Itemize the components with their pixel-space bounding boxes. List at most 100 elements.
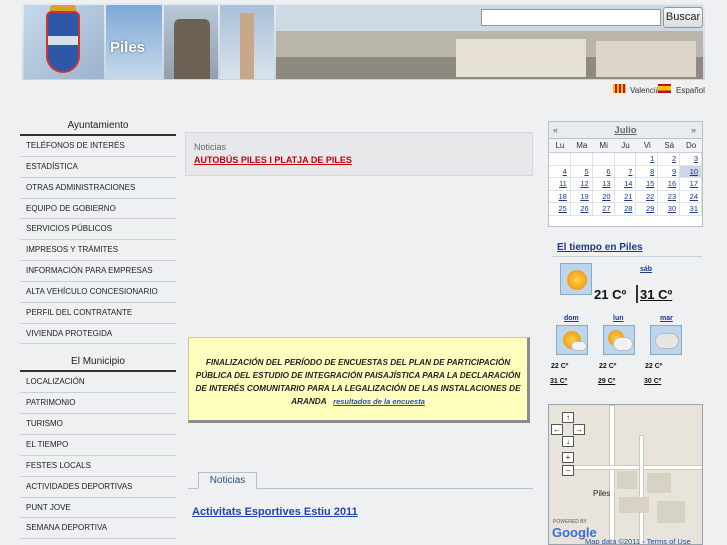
calendar-weekday: Vi	[636, 139, 659, 153]
calendar-day[interactable]: 30	[658, 203, 681, 216]
sidebar-item[interactable]: Localización	[20, 372, 176, 394]
survey-results-link[interactable]: resultados de la encuesta	[333, 397, 425, 406]
sidebar-item[interactable]: Servicios públicos	[20, 219, 176, 241]
calendar-day[interactable]: 12	[570, 178, 593, 191]
sidebar-item[interactable]: Vivienda protegida	[20, 324, 176, 345]
weather-today-day[interactable]: sáb	[640, 266, 652, 273]
map-pan-left-button[interactable]: ←	[551, 424, 563, 435]
calendar-day[interactable]: 24	[680, 190, 702, 204]
map-data-text[interactable]: Map data ©2011	[585, 537, 640, 544]
calendar-weekday: Ma	[570, 139, 593, 153]
sidebar-item[interactable]: Actividades deportivas	[20, 477, 176, 498]
calendar-day[interactable]: 3	[680, 153, 702, 166]
language-valencian[interactable]: Valencià	[630, 86, 660, 95]
sidebar-item[interactable]: Teléfonos de interés	[20, 136, 176, 157]
news-link[interactable]: AUTOBÚS PILES I PLATJA DE PILES	[194, 155, 352, 165]
calendar-next-button[interactable]: »	[691, 125, 696, 135]
tower-photo	[164, 5, 218, 79]
calendar-day[interactable]: 13	[592, 178, 615, 191]
calendar-day[interactable]: 27	[592, 203, 615, 216]
calendar-day[interactable]: 7	[614, 165, 637, 179]
calendar-day[interactable]: 15	[636, 178, 659, 191]
map-block	[657, 501, 685, 523]
map-zoom-in-button[interactable]: +	[562, 452, 574, 463]
calendar-day[interactable]: 25	[549, 203, 571, 216]
calendar: « Julio » Lu Ma Mi Ju Vi Sá Do 1 2 3 4 5 6 7 8 9 10 11 12 1…	[548, 121, 703, 227]
calendar-day[interactable]: 23	[658, 190, 681, 204]
calendar-day[interactable]: 4	[549, 165, 571, 179]
left-sidebar: Ayuntamiento Teléfonos de interés Estadís…	[20, 117, 176, 540]
sidebar-item[interactable]: Festes locals	[20, 456, 176, 477]
calendar-day[interactable]: 5	[570, 165, 593, 179]
sidebar-item[interactable]: Estadística	[20, 157, 176, 178]
calendar-day[interactable]: 2	[658, 153, 681, 166]
sidebar-item[interactable]: Alta vehículo concesionario	[20, 282, 176, 303]
terms-of-use-link[interactable]: Terms of Use	[647, 537, 691, 544]
calendar-day[interactable]: 1	[636, 153, 659, 166]
sidebar-item[interactable]: Semana deportiva	[20, 518, 176, 540]
valencian-flag-icon[interactable]	[613, 84, 626, 93]
search-input[interactable]	[481, 9, 661, 26]
map-attribution: Map data ©2011 - Terms of Use	[585, 537, 691, 545]
sidebar-item[interactable]: El tiempo	[20, 435, 176, 456]
calendar-day[interactable]: 11	[549, 178, 571, 191]
calendar-day[interactable]: 21	[614, 190, 637, 204]
calendar-day[interactable]: 29	[636, 203, 659, 216]
weather-today-temp-max: 31 Cº	[640, 287, 673, 302]
article-link[interactable]: Activitats Esportives Estiu 2011	[192, 506, 358, 518]
weather-day-2[interactable]: lun	[613, 315, 624, 322]
sidebar-item[interactable]: Otras administraciones	[20, 178, 176, 199]
weather-low-2: 22 Cº	[599, 363, 617, 370]
weather-title[interactable]: El tiempo en Piles	[557, 242, 643, 253]
calendar-grid: Lu Ma Mi Ju Vi Sá Do 1 2 3 4 5 6 7 8 9 10 11 12 13 14 15 16 17 1…	[549, 139, 702, 216]
sidebar-item[interactable]: Impresos y trámites	[20, 240, 176, 262]
map-attribution-separator: -	[642, 537, 645, 545]
survey-notice: FINALIZACIÓN DEL PERÍODO DE ENCUESTAS DE…	[188, 337, 530, 423]
calendar-day[interactable]: 8	[636, 165, 659, 179]
map-road	[609, 405, 615, 544]
calendar-weekday: Lu	[549, 139, 571, 153]
search-button[interactable]: Buscar	[663, 7, 703, 28]
map-zoom-out-button[interactable]: −	[562, 465, 574, 476]
weather-today-temp: 21 Cº	[594, 287, 627, 302]
weather-day-3[interactable]: mar	[660, 315, 673, 322]
calendar-day[interactable]: 18	[549, 190, 571, 204]
sidebar-item[interactable]: Patrimonio	[20, 393, 176, 415]
calendar-month[interactable]: Julio	[549, 125, 702, 136]
calendar-day[interactable]: 17	[680, 178, 702, 191]
weather-divider	[552, 256, 702, 257]
map-pan-up-button[interactable]: ↑	[562, 412, 574, 423]
calendar-day[interactable]: 19	[570, 190, 593, 204]
sidebar-item[interactable]: Información para empresas	[20, 261, 176, 282]
map-place-label: Piles	[593, 489, 611, 498]
calendar-empty-cell	[570, 153, 593, 166]
sun-icon	[560, 263, 592, 295]
calendar-day[interactable]: 28	[614, 203, 637, 216]
calendar-day[interactable]: 10	[680, 165, 702, 179]
sidebar-section-title: Ayuntamiento	[20, 117, 176, 136]
language-spanish[interactable]: Español	[676, 86, 705, 95]
calendar-day[interactable]: 6	[592, 165, 615, 179]
calendar-day[interactable]: 20	[592, 190, 615, 204]
spanish-flag-icon[interactable]	[658, 84, 671, 93]
weather-day-1[interactable]: dom	[564, 315, 579, 322]
partly-cloudy-icon	[556, 325, 588, 355]
map-pan-right-button[interactable]: →	[573, 424, 585, 435]
tab-noticias[interactable]: Noticias	[198, 472, 257, 489]
calendar-day[interactable]: 9	[658, 165, 681, 179]
weather-low-3: 22 Cº	[645, 363, 663, 370]
google-map[interactable]: ↑ ← → ↓ + − Piles POWERED BY Google Map …	[548, 404, 703, 545]
calendar-day[interactable]: 14	[614, 178, 637, 191]
calendar-day[interactable]: 26	[570, 203, 593, 216]
sidebar-item[interactable]: Punt jove	[20, 498, 176, 519]
sidebar-item[interactable]: Equipo de gobierno	[20, 199, 176, 220]
map-road	[639, 435, 644, 544]
calendar-day[interactable]: 22	[636, 190, 659, 204]
sidebar-item[interactable]: Turismo	[20, 414, 176, 435]
church-photo	[220, 5, 274, 79]
calendar-day[interactable]: 31	[680, 203, 702, 216]
map-pan-down-button[interactable]: ↓	[562, 436, 574, 447]
calendar-day[interactable]: 16	[658, 178, 681, 191]
sidebar-item[interactable]: Perfil del contratante	[20, 303, 176, 324]
calendar-header: « Julio »	[549, 122, 702, 139]
